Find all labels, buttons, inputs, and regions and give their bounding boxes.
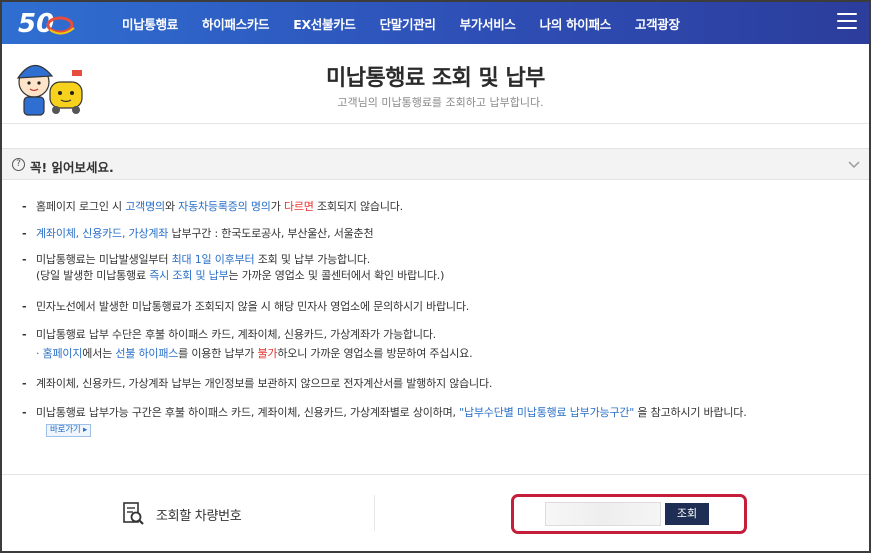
page-subtitle: 고객님의 미납통행료를 조회하고 납부합니다. [337, 96, 544, 109]
vehicle-number-label: 조회할 차량번호 [156, 508, 242, 524]
logo-50th-icon[interactable]: 50 [16, 8, 78, 38]
notice-item: - 미납통행료 납부 수단은 후불 하이패스 카드, 계좌이체, 신용카드, 가상… [22, 328, 436, 341]
notice-item: - 홈페이지 로그인 시 고객명의와 자동차등록증의 명의가 다르면 조회되지 않… [22, 200, 403, 213]
notice-subitem: · 홈페이지에서는 선불 하이패스를 이용한 납부가 불가하오니 가까운 영업소… [36, 347, 473, 360]
question-icon: ? [12, 158, 25, 171]
notice-item: - 미납통행료 납부가능 구간은 후불 하이패스 카드, 계좌이체, 신용카드, … [22, 406, 747, 419]
nav-item-additional-services[interactable]: 부가서비스 [460, 14, 516, 33]
nav-item-hipass-card[interactable]: 하이패스카드 [202, 14, 270, 33]
nav-item-unpaid-toll[interactable]: 미납통행료 [122, 14, 178, 33]
section-divider [2, 474, 869, 475]
nav-item-device-management[interactable]: 단말기관리 [380, 14, 436, 33]
nav-menu: 미납통행료 하이패스카드 EX선불카드 단말기관리 부가서비스 나의 하이패스 … [102, 2, 704, 44]
document-search-icon [123, 502, 144, 525]
nav-item-my-hipass[interactable]: 나의 하이패스 [540, 14, 612, 33]
vehicle-number-input[interactable] [545, 502, 661, 526]
top-navigation: 50 미납통행료 하이패스카드 EX선불카드 단말기관리 부가서비스 나의 하이… [2, 2, 869, 44]
page-title: 미납통행료 조회 및 납부 [326, 66, 545, 91]
lookup-label-group: 조회할 차량번호 [122, 499, 242, 529]
go-shortcut-button[interactable]: 바로가기 ▸ [46, 424, 92, 437]
menu-hamburger-icon[interactable] [837, 13, 857, 31]
notice-item: - 계좌이체, 신용카드, 가상계좌 납부는 개인정보를 보관하지 않으므로 전자… [22, 377, 493, 390]
notice-accordion-header[interactable]: ? 꼭! 읽어보세요. [2, 148, 869, 180]
page-header: 미납통행료 조회 및 납부 고객님의 미납통행료를 조회하고 납부합니다. [2, 44, 869, 124]
notice-item: - 계좌이체, 신용카드, 가상계좌 납부구간 : 한국도로공사, 부산울산, 서… [22, 227, 374, 240]
page-frame: 50 미납통행료 하이패스카드 EX선불카드 단말기관리 부가서비스 나의 하이… [0, 0, 871, 553]
notice-go-row: 바로가기 ▸ [22, 421, 92, 437]
notice-item: - 미납통행료는 미납발생일부터 최대 1일 이후부터 조회 및 납부 가능합니다… [22, 253, 371, 266]
search-button[interactable]: 조회 [665, 503, 709, 525]
lookup-divider [374, 495, 375, 531]
notice-title: 꼭! 읽어보세요. [30, 160, 114, 175]
notice-item: - 민자노선에서 발생한 미납통행료가 조회되지 않을 시 해당 민자사 영업소에… [22, 300, 470, 313]
nav-item-customer-plaza[interactable]: 고객광장 [635, 14, 680, 33]
chevron-down-icon[interactable] [847, 157, 861, 171]
notice-item-continued: (당일 발생한 미납통행료 즉시 조회 및 납부는 가까운 영업소 및 콜센터에… [36, 269, 445, 282]
nav-item-ex-prepaid-card[interactable]: EX선불카드 [293, 14, 356, 33]
